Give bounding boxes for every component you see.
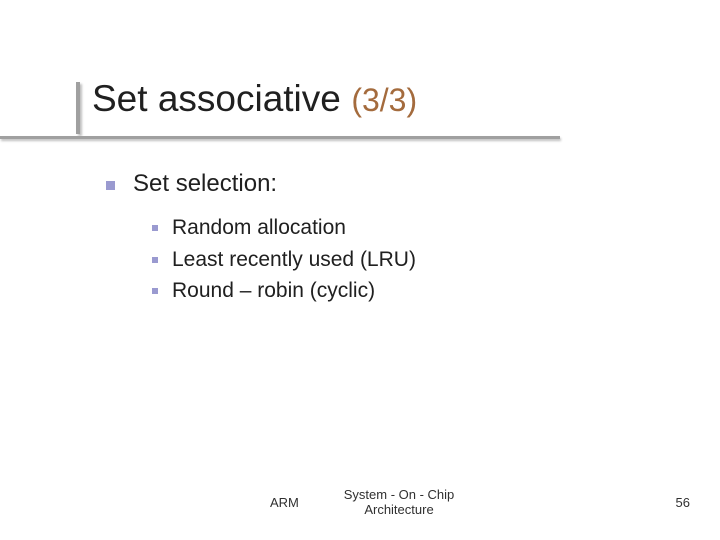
title-count: (3/3) bbox=[351, 82, 417, 118]
footer-line2: Architecture bbox=[364, 502, 433, 517]
item-text: Random allocation bbox=[172, 216, 346, 239]
title-underline bbox=[0, 136, 560, 139]
title-main: Set associative bbox=[92, 78, 341, 119]
square-bullet-icon bbox=[106, 181, 115, 190]
slide-body: Set selection: Random allocation Least r… bbox=[106, 170, 666, 307]
list-item: Set selection: bbox=[106, 170, 666, 198]
sub-list: Random allocation Least recently used (L… bbox=[152, 212, 666, 307]
footer-left: ARM bbox=[270, 495, 299, 510]
heading-text: Set selection: bbox=[133, 170, 277, 197]
list-item: Round – robin (cyclic) bbox=[152, 275, 666, 307]
page-number: 56 bbox=[676, 495, 690, 510]
square-bullet-icon bbox=[152, 257, 158, 263]
slide: Set associative (3/3) Set selection: Ran… bbox=[0, 0, 720, 540]
list-item: Least recently used (LRU) bbox=[152, 244, 666, 276]
footer-line1: System - On - Chip bbox=[344, 487, 455, 502]
footer-center: System - On - Chip Architecture bbox=[324, 487, 474, 518]
square-bullet-icon bbox=[152, 288, 158, 294]
title-accent-bar bbox=[76, 82, 80, 134]
item-text: Round – robin (cyclic) bbox=[172, 279, 375, 302]
item-text: Least recently used (LRU) bbox=[172, 248, 416, 271]
square-bullet-icon bbox=[152, 225, 158, 231]
list-item: Random allocation bbox=[152, 212, 666, 244]
slide-title: Set associative (3/3) bbox=[92, 78, 417, 120]
